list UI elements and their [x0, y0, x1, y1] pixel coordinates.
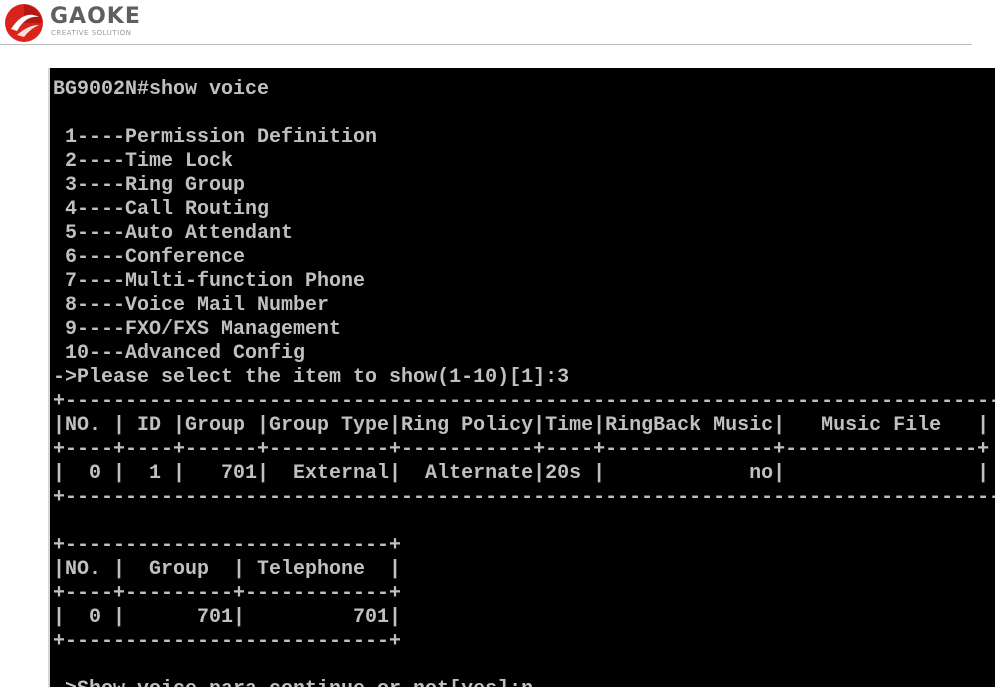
terminal-line: 3----Ring Group: [53, 174, 246, 197]
terminal-line: +---------------------------------------…: [53, 486, 995, 509]
terminal-output: BG9002N#show voice 1----Permission Defin…: [53, 78, 995, 687]
terminal-line: | 0 | 1 | 701| External| Alternate|20s |…: [53, 462, 990, 485]
brand-name: GAOKE: [50, 4, 141, 29]
terminal-window[interactable]: BG9002N#show voice 1----Permission Defin…: [48, 68, 995, 687]
terminal-line: ->Show voice para continue or not[yes]:n: [53, 678, 995, 687]
terminal-line: +---------------------------------------…: [53, 390, 995, 413]
terminal-line: 7----Multi-function Phone: [53, 270, 366, 293]
document-header: GAOKE CREATIVE SOLUTION: [0, 0, 995, 46]
terminal-line: BG9002N#show voice: [53, 78, 270, 101]
terminal-line: ->Please select the item to show(1-10)[1…: [53, 366, 570, 389]
terminal-line: 6----Conference: [53, 246, 246, 269]
terminal-line: |NO. | Group | Telephone |: [53, 558, 402, 581]
terminal-line: 8----Voice Mail Number: [53, 294, 330, 317]
terminal-line: |NO. | ID |Group |Group Type|Ring Policy…: [53, 414, 990, 437]
terminal-line: +----+----+------+----------+-----------…: [53, 438, 990, 461]
terminal-line: 2----Time Lock: [53, 150, 234, 173]
terminal-line: | 0 | 701| 701|: [53, 606, 402, 629]
terminal-line: 5----Auto Attendant: [53, 222, 294, 245]
terminal-line: 10---Advanced Config: [53, 342, 306, 365]
header-divider: [0, 44, 972, 45]
terminal-line: 9----FXO/FXS Management: [53, 318, 342, 341]
terminal-line: +----+---------+------------+: [53, 582, 402, 605]
terminal-line: +---------------------------+: [53, 630, 402, 653]
terminal-line: +---------------------------+: [53, 534, 402, 557]
gaoke-logo-icon: [5, 4, 43, 42]
terminal-line: 4----Call Routing: [53, 198, 270, 221]
brand-tagline: CREATIVE SOLUTION: [51, 29, 132, 37]
terminal-line: 1----Permission Definition: [53, 126, 378, 149]
